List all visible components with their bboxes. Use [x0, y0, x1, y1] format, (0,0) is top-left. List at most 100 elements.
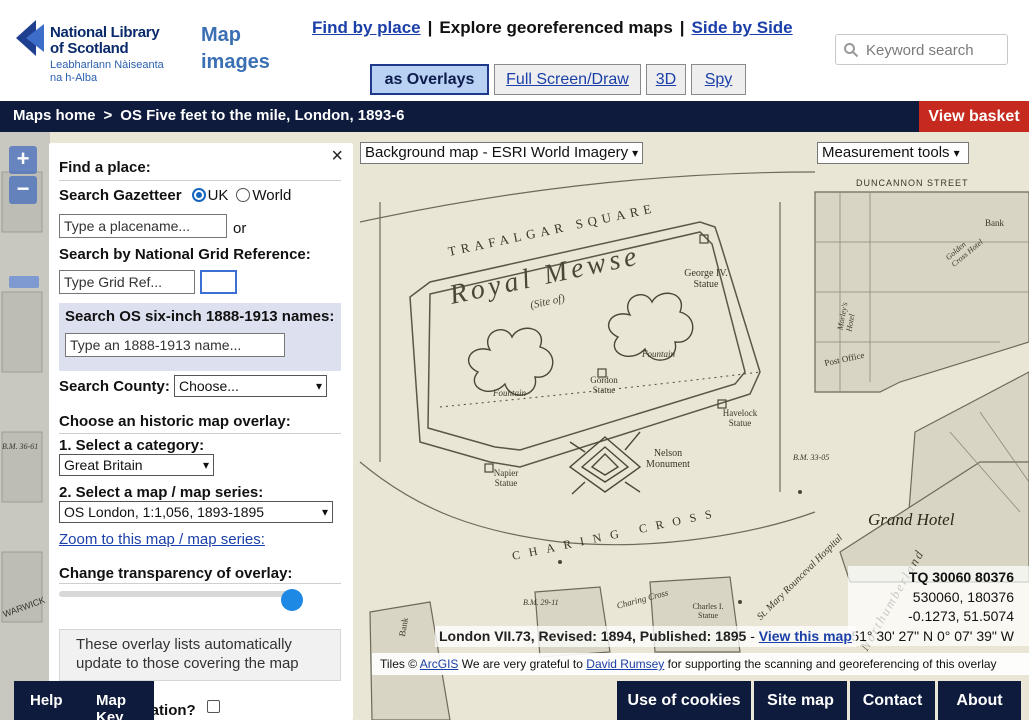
overlay-control-panel: × Find a place: Search Gazetteer UK World …: [49, 143, 353, 720]
map-attribution: Tiles © ArcGIS We are very grateful to D…: [372, 653, 1029, 675]
six-inch-name-input[interactable]: Type an 1888-1913 name...: [65, 333, 285, 357]
about-link[interactable]: About: [938, 681, 1021, 720]
gazetteer-row: Search Gazetteer UK World: [59, 187, 291, 204]
county-select[interactable]: Choose... ▾: [174, 375, 327, 397]
map-viewport[interactable]: TRAFALGAR SQUARE Royal Mewse (Site of) G…: [0, 132, 1029, 720]
or-label: or: [233, 220, 247, 237]
chevron-down-icon: ▾: [321, 505, 328, 519]
map-label-duncannon-street: DUNCANNON STREET: [856, 178, 969, 188]
overlays-mode-button[interactable]: as Overlays: [370, 64, 489, 95]
overlay-heading: Choose an historic map overlay:: [59, 413, 291, 430]
county-value: Choose...: [179, 378, 239, 394]
logo-line-4: na h-Alba: [50, 72, 98, 84]
category-value: Great Britain: [64, 457, 143, 473]
map-label-charles-statue: Charles I. Statue: [692, 602, 724, 620]
category-select[interactable]: Great Britain ▾: [59, 454, 214, 476]
arcgis-link[interactable]: ArcGIS: [420, 657, 459, 671]
uk-radio[interactable]: [191, 188, 206, 202]
breadcrumb-separator: >: [103, 107, 113, 124]
map-label-napier-statue: Napier Statue: [493, 468, 519, 488]
transparency-slider-handle[interactable]: [280, 589, 303, 611]
side-by-side-link[interactable]: Side by Side: [692, 18, 793, 37]
zoom-to-series-link[interactable]: Zoom to this map / map series:: [59, 531, 265, 548]
site-map-link[interactable]: Site map: [754, 681, 847, 720]
breadcrumb: Maps home > OS Five feet to the mile, Lond…: [13, 107, 405, 124]
find-by-place-link[interactable]: Find by place: [312, 18, 421, 37]
spy-button[interactable]: Spy: [691, 64, 746, 95]
app-title[interactable]: Map images: [201, 22, 291, 76]
help-link[interactable]: Help: [30, 692, 63, 709]
uk-label: UK: [207, 187, 229, 204]
divider: [59, 433, 341, 434]
grid-ref-input[interactable]: Type Grid Ref...: [59, 270, 195, 294]
lon-lat: -0.1273, 51.5074: [908, 608, 1014, 624]
breadcrumb-current: OS Five feet to the mile, London, 1893-6: [120, 107, 405, 124]
series-value: OS London, 1:1,056, 1893-1895: [64, 504, 265, 520]
series-select[interactable]: OS London, 1:1,056, 1893-1895 ▾: [59, 501, 333, 523]
map-label-bm-3: B.M. 36-61: [2, 442, 39, 451]
map-label-bm-2: B.M. 29-11: [523, 598, 559, 607]
map-label-nelson-monument: Nelson Monument: [646, 448, 690, 470]
transparency-label: Change transparency of overlay:: [59, 565, 293, 582]
dms-coords: 51° 30' 27" N 0° 07' 39" W: [851, 627, 1014, 644]
david-rumsey-link[interactable]: David Rumsey: [586, 657, 664, 671]
map-label-fountain-2: Fountain: [642, 349, 675, 359]
zoom-out-button[interactable]: −: [9, 176, 37, 204]
six-inch-search-box: Search OS six-inch 1888-1913 names: Type…: [59, 303, 341, 371]
overlay-info-box: These overlay lists automatically update…: [59, 629, 341, 681]
measurement-tools-select[interactable]: Measurement tools ▾: [817, 142, 969, 164]
map-sheet-label: London VII.73, Revised: 1894, Published:…: [439, 628, 747, 644]
background-map-select[interactable]: Background map - ESRI World Imagery ▾: [360, 142, 643, 164]
map-label-gordon-statue: Gordon Statue: [590, 375, 618, 395]
zoom-in-button[interactable]: +: [9, 146, 37, 174]
map-key-link[interactable]: Map Key: [96, 692, 154, 720]
world-radio[interactable]: [236, 188, 251, 202]
series-label: 2. Select a map / map series:: [59, 484, 264, 501]
six-inch-heading: Search OS six-inch 1888-1913 names:: [65, 308, 335, 325]
nls-logo[interactable]: National Library of Scotland Leabharlann…: [14, 18, 174, 88]
nav-separator: |: [679, 18, 685, 37]
close-icon[interactable]: ×: [331, 146, 343, 166]
chevron-down-icon: ▾: [202, 458, 209, 472]
nls-logo-mark-icon: [16, 20, 44, 56]
map-label-fountain-1: Fountain: [493, 388, 526, 398]
tq-grid-ref: TQ 30060 80376: [908, 569, 1014, 585]
attribution-tiles: Tiles ©: [380, 657, 418, 671]
divider: [59, 180, 341, 181]
grid-ref-heading: Search by National Grid Reference:: [59, 246, 311, 263]
chevron-down-icon: ▾: [632, 146, 639, 160]
grid-ref-go-button[interactable]: [200, 270, 237, 294]
keyword-search: [835, 34, 1008, 65]
layer-switcher-tab[interactable]: [9, 276, 39, 288]
show-location-checkbox[interactable]: [207, 700, 220, 713]
view-this-map-link[interactable]: View this map: [759, 628, 852, 644]
fullscreen-draw-button[interactable]: Full Screen/Draw: [494, 64, 641, 95]
placename-input[interactable]: Type a placename...: [59, 214, 227, 238]
site-header: National Library of Scotland Leabharlann…: [0, 0, 1029, 101]
map-label-george-statue: George IV. Statue: [684, 268, 728, 290]
keyword-search-input[interactable]: [864, 39, 1004, 61]
3d-button[interactable]: 3D: [646, 64, 686, 95]
view-basket-button[interactable]: View basket: [919, 101, 1029, 132]
chevron-down-icon: ▾: [953, 146, 960, 160]
world-label: World: [252, 187, 292, 204]
attribution-thanks: We are very grateful to: [461, 657, 583, 671]
attribution-rest: for supporting the scanning and georefer…: [667, 657, 997, 671]
logo-line-1: National Library: [50, 24, 160, 41]
map-label-bank: Bank: [985, 218, 1004, 228]
use-of-cookies-link[interactable]: Use of cookies: [617, 681, 751, 720]
transparency-slider-track[interactable]: [59, 591, 299, 597]
map-label-grand-hotel: Grand Hotel: [868, 510, 955, 529]
breadcrumb-home-link[interactable]: Maps home: [13, 107, 96, 124]
chevron-down-icon: ▾: [315, 379, 322, 393]
explore-current-label: Explore georeferenced maps: [439, 18, 673, 37]
footer-left-bar: Help Map Key: [14, 681, 154, 720]
logo-line-3: Leabharlann Nàiseanta: [50, 59, 164, 71]
contact-link[interactable]: Contact: [850, 681, 935, 720]
map-label-bm-1: B.M. 33-05: [793, 453, 830, 462]
search-icon: [844, 43, 859, 58]
measurement-tools-value: Measurement tools: [822, 144, 950, 161]
gazetteer-label: Search Gazetteer: [59, 187, 182, 204]
map-sheet-info: London VII.73, Revised: 1894, Published:…: [435, 626, 856, 647]
divider: [59, 583, 341, 584]
